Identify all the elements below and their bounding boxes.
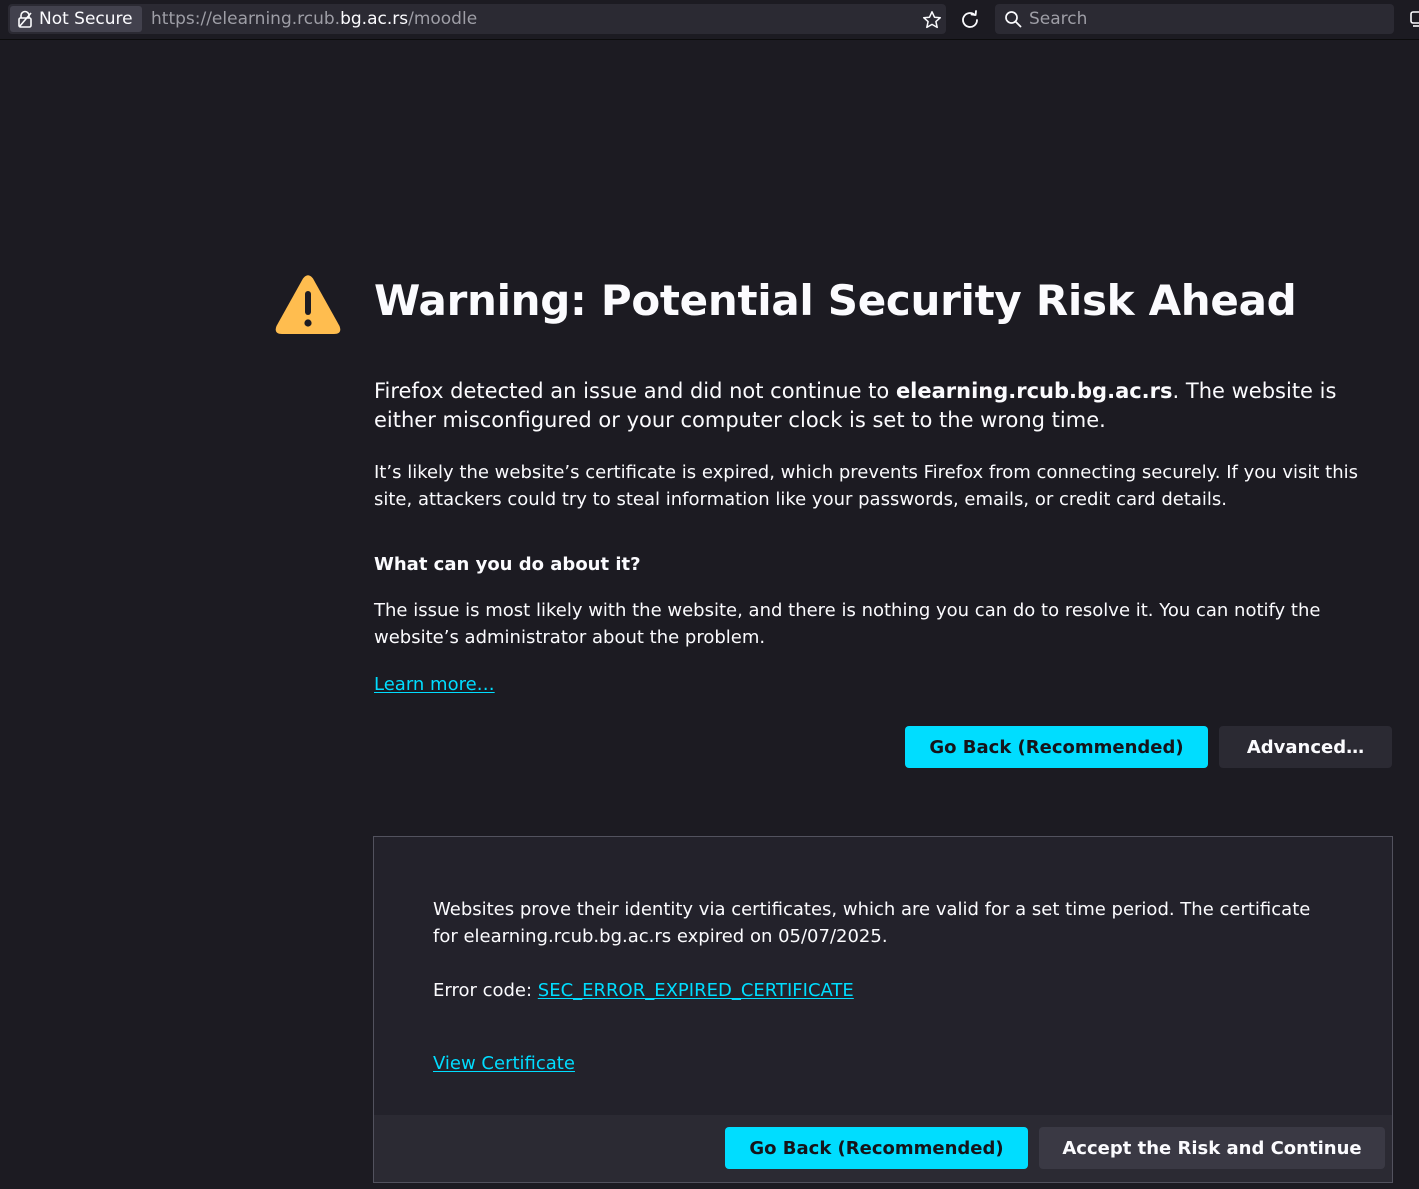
advanced-panel-footer: Go Back (Recommended) Accept the Risk an… (374, 1115, 1392, 1182)
what-can-you-do-text: The issue is most likely with the websit… (374, 600, 1321, 648)
what-can-you-do-heading: What can you do about it? (374, 554, 641, 575)
explanation-text: It’s likely the website’s certificate is… (374, 462, 1359, 510)
warning-triangle-icon (274, 274, 342, 336)
site-identity-button[interactable]: Not Secure (10, 6, 142, 32)
error-code-link[interactable]: SEC_ERROR_EXPIRED_CERTIFICATE (538, 980, 854, 1001)
star-icon[interactable] (922, 10, 942, 30)
identity-label: Not Secure (39, 9, 133, 29)
url-suffix: /moodle (408, 9, 478, 29)
view-certificate-link[interactable]: View Certificate (433, 1050, 575, 1077)
accept-risk-button[interactable]: Accept the Risk and Continue (1039, 1127, 1385, 1169)
reload-icon[interactable] (958, 8, 982, 32)
search-placeholder: Search (1029, 9, 1088, 29)
intro-host: elearning.rcub.bg.ac.rs (895, 379, 1173, 403)
intro-before: Firefox detected an issue and did not co… (374, 379, 896, 403)
lock-warning-icon (17, 10, 34, 28)
advanced-panel: Websites prove their identity via certif… (373, 836, 1393, 1183)
browser-toolbar: Not Secure https://elearning.rcub.bg.ac.… (0, 0, 1419, 40)
certificate-explanation: Websites prove their identity via certif… (433, 899, 1311, 947)
advanced-button[interactable]: Advanced… (1219, 726, 1392, 768)
error-code-label: Error code: (433, 980, 538, 1001)
url-bar[interactable]: Not Secure https://elearning.rcub.bg.ac.… (8, 4, 946, 34)
search-bar[interactable]: Search (995, 4, 1394, 34)
url-prefix: https://elearning.rcub. (151, 9, 341, 29)
url-domain: bg.ac.rs (340, 9, 409, 29)
intro-text: Firefox detected an issue and did not co… (374, 377, 1404, 435)
toolbar-overflow-icon[interactable] (1408, 9, 1419, 29)
go-back-button[interactable]: Go Back (Recommended) (905, 726, 1208, 768)
go-back-button-advanced[interactable]: Go Back (Recommended) (725, 1127, 1028, 1169)
url-text[interactable]: https://elearning.rcub.bg.ac.rs/moodle (151, 4, 477, 34)
error-code-line: Error code: SEC_ERROR_EXPIRED_CERTIFICAT… (433, 977, 854, 1004)
search-icon (1004, 10, 1022, 28)
learn-more-link[interactable]: Learn more… (374, 671, 495, 698)
page-title: Warning: Potential Security Risk Ahead (374, 276, 1297, 325)
